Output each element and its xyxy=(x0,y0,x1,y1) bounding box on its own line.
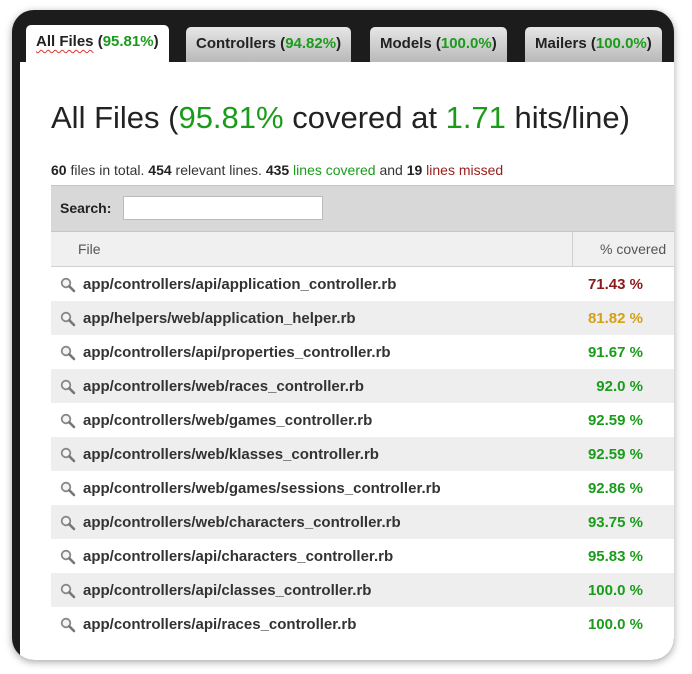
file-name-link[interactable]: app/controllers/web/characters_controlle… xyxy=(83,514,401,531)
files-count: 60 xyxy=(51,162,67,178)
tab-bar: All Files (95.81%) Controllers (94.82%) … xyxy=(12,10,674,62)
magnifier-icon[interactable] xyxy=(60,549,76,565)
table-row[interactable]: app/controllers/api/application_controll… xyxy=(51,267,674,301)
magnifier-icon[interactable] xyxy=(60,515,76,531)
coverage-percent: 91.67 % xyxy=(587,344,643,361)
tab-label: Mailers xyxy=(535,35,587,52)
coverage-percent: 100.0 % xyxy=(587,582,643,599)
file-name-link[interactable]: app/controllers/web/races_controller.rb xyxy=(83,378,364,395)
table-row[interactable]: app/controllers/web/races_controller.rb 9… xyxy=(51,369,674,403)
file-name-link[interactable]: app/controllers/web/klasses_controller.r… xyxy=(83,446,379,463)
tab-pct: 95.81% xyxy=(102,33,154,50)
magnifier-icon[interactable] xyxy=(60,413,76,429)
tab-all-files[interactable]: All Files (95.81%) xyxy=(26,25,169,62)
title-hits: 1.71 xyxy=(445,100,506,135)
relevant-count: 454 xyxy=(148,162,172,178)
column-header-covered[interactable]: % covered xyxy=(600,241,666,257)
files-text: files in total. xyxy=(66,162,149,178)
tab-models[interactable]: Models (100.0%) xyxy=(370,27,507,62)
search-input[interactable] xyxy=(123,196,323,220)
table-row[interactable]: app/controllers/api/characters_controlle… xyxy=(51,539,674,573)
file-name-link[interactable]: app/controllers/web/games/sessions_contr… xyxy=(83,480,441,497)
file-name-link[interactable]: app/controllers/api/races_controller.rb xyxy=(83,616,356,633)
magnifier-icon[interactable] xyxy=(60,447,76,463)
title-covered-pct: 95.81% xyxy=(178,100,284,135)
magnifier-icon[interactable] xyxy=(60,345,76,361)
table-row[interactable]: app/controllers/web/games_controller.rb 9… xyxy=(51,403,674,437)
missed-text: lines missed xyxy=(422,162,504,178)
file-name-link[interactable]: app/controllers/api/classes_controller.r… xyxy=(83,582,371,599)
file-name-link[interactable]: app/controllers/web/games_controller.rb xyxy=(83,412,372,429)
page-title: All Files (95.81% covered at 1.71 hits/l… xyxy=(51,100,630,136)
window-frame: All Files (95.81%) Controllers (94.82%) … xyxy=(12,10,674,660)
table-row[interactable]: app/controllers/api/classes_controller.r… xyxy=(51,573,674,607)
magnifier-icon[interactable] xyxy=(60,583,76,599)
table-row[interactable]: app/helpers/web/application_helper.rb 81.… xyxy=(51,301,674,335)
table-row[interactable]: app/controllers/web/games/sessions_contr… xyxy=(51,471,674,505)
relevant-text: relevant lines. xyxy=(171,162,266,178)
title-mid: covered at xyxy=(283,100,446,135)
coverage-percent: 95.83 % xyxy=(587,548,643,565)
coverage-percent: 92.59 % xyxy=(587,412,643,429)
file-name-link[interactable]: app/helpers/web/application_helper.rb xyxy=(83,310,356,327)
title-suffix: hits/line) xyxy=(505,100,630,135)
coverage-percent: 92.0 % xyxy=(596,378,643,395)
magnifier-icon[interactable] xyxy=(60,277,76,293)
tab-pct: 100.0% xyxy=(595,35,647,52)
file-table-body: app/controllers/api/application_controll… xyxy=(51,267,674,641)
tab-controllers[interactable]: Controllers (94.82%) xyxy=(186,27,352,62)
table-row[interactable]: app/controllers/web/characters_controlle… xyxy=(51,505,674,539)
file-name-link[interactable]: app/controllers/api/characters_controlle… xyxy=(83,548,393,565)
tab-pct: 94.82% xyxy=(285,35,337,52)
magnifier-icon[interactable] xyxy=(60,311,76,327)
coverage-percent: 71.43 % xyxy=(587,276,643,293)
coverage-percent: 81.82 % xyxy=(587,310,643,327)
table-row[interactable]: app/controllers/api/races_controller.rb 1… xyxy=(51,607,674,641)
content-panel: All Files (95.81% covered at 1.71 hits/l… xyxy=(20,62,674,660)
covered-text: lines covered xyxy=(289,162,376,178)
column-header-file[interactable]: File xyxy=(78,241,101,257)
table-row[interactable]: app/controllers/api/properties_controlle… xyxy=(51,335,674,369)
tab-pct: 100.0% xyxy=(440,35,492,52)
tab-mailers[interactable]: Mailers (100.0%) xyxy=(525,27,662,62)
search-bar: Search: xyxy=(51,185,674,232)
column-divider xyxy=(572,232,573,266)
coverage-stats: 60 files in total. 454 relevant lines. 4… xyxy=(51,162,503,178)
magnifier-icon[interactable] xyxy=(60,379,76,395)
table-header: File % covered xyxy=(51,232,674,267)
search-label: Search: xyxy=(60,200,112,216)
file-name-link[interactable]: app/controllers/api/properties_controlle… xyxy=(83,344,391,361)
coverage-percent: 92.59 % xyxy=(587,446,643,463)
magnifier-icon[interactable] xyxy=(60,481,76,497)
missed-count: 19 xyxy=(406,162,423,178)
table-row[interactable]: app/controllers/web/klasses_controller.r… xyxy=(51,437,674,471)
covered-count: 435 xyxy=(265,162,290,178)
coverage-percent: 100.0 % xyxy=(587,616,643,633)
and-text: and xyxy=(375,162,407,178)
tab-label: All Files xyxy=(36,33,94,50)
file-name-link[interactable]: app/controllers/api/application_controll… xyxy=(83,276,396,293)
title-prefix: All Files ( xyxy=(51,100,179,135)
tab-label: Controllers xyxy=(196,35,277,52)
coverage-percent: 92.86 % xyxy=(587,480,643,497)
coverage-percent: 93.75 % xyxy=(587,514,643,531)
tab-label: Models xyxy=(380,35,432,52)
magnifier-icon[interactable] xyxy=(60,617,76,633)
